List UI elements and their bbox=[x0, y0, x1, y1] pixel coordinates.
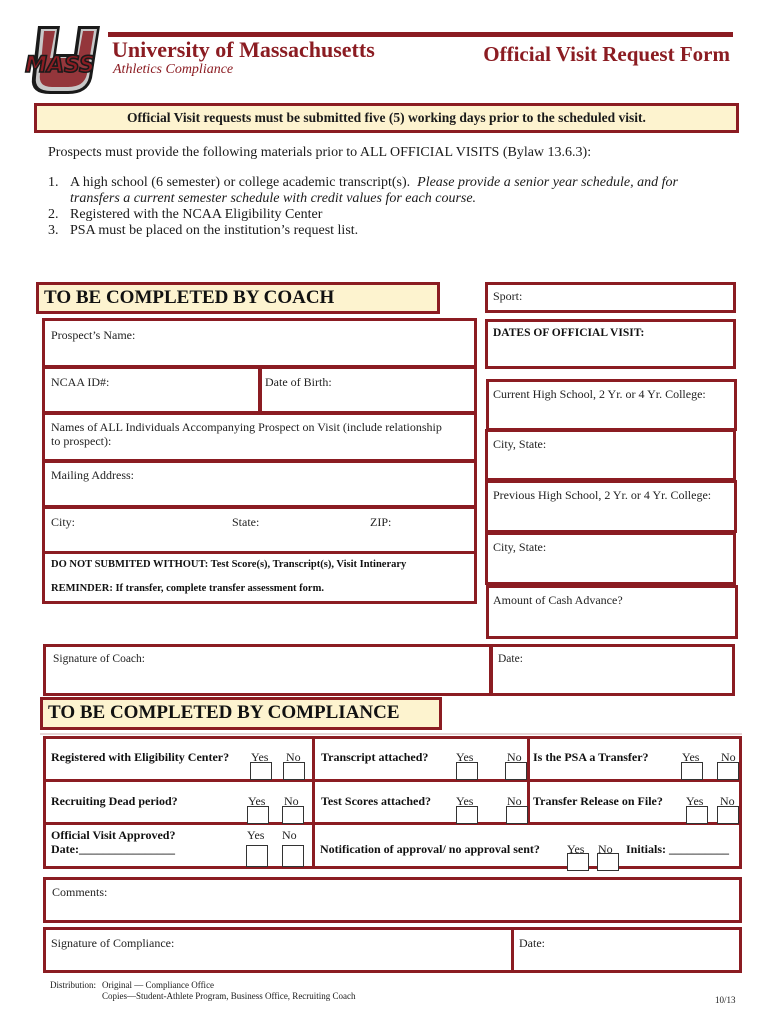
previous-school-label: Previous High School, 2 Yr. or 4 Yr. Col… bbox=[493, 488, 712, 502]
umass-logo: MASS bbox=[12, 24, 108, 96]
row-divider bbox=[43, 822, 742, 825]
registered-no-checkbox[interactable] bbox=[283, 762, 305, 780]
requirement-item: 3. PSA must be placed on the institution’… bbox=[48, 223, 358, 239]
dead-period-no-checkbox[interactable] bbox=[282, 806, 304, 824]
no-label: No bbox=[282, 828, 297, 842]
item-note: Please provide a senior year schedule, a… bbox=[417, 175, 678, 190]
sport-field[interactable]: Sport: bbox=[485, 282, 736, 313]
dates-of-visit-field[interactable]: DATES OF OFFICIAL VISIT: bbox=[485, 319, 736, 369]
coach-date-label: Date: bbox=[498, 653, 523, 665]
row-divider bbox=[43, 779, 742, 782]
submission-reminder-box: DO NOT SUBMITED WITHOUT: Test Score(s), … bbox=[42, 552, 477, 604]
test-scores-question: Test Scores attached? bbox=[321, 794, 431, 808]
prospect-name-label: Prospect’s Name: bbox=[51, 328, 136, 342]
do-not-submit-text: DO NOT SUBMITED WITHOUT: Test Score(s), … bbox=[51, 559, 407, 570]
current-city-state-label: City, State: bbox=[493, 437, 547, 451]
psa-transfer-yes-checkbox[interactable] bbox=[681, 762, 703, 780]
state-label: State: bbox=[232, 515, 260, 529]
cash-advance-label: Amount of Cash Advance? bbox=[493, 593, 623, 607]
transfer-release-question: Transfer Release on File? bbox=[533, 794, 663, 808]
form-title: Official Visit Request Form bbox=[483, 42, 730, 66]
compliance-signature-label: Signature of Compliance: bbox=[51, 936, 175, 950]
yes-label: Yes bbox=[247, 828, 265, 842]
form-version: 10/13 bbox=[715, 995, 736, 1005]
coach-signature-field[interactable]: Signature of Coach: bbox=[43, 644, 492, 696]
compliance-signature-field[interactable]: Signature of Compliance: bbox=[43, 927, 514, 973]
item-number: 1. bbox=[48, 175, 59, 190]
city-state-zip-field[interactable]: City: State: ZIP: bbox=[42, 506, 477, 554]
notification-question: Notification of approval/ no approval se… bbox=[320, 842, 540, 856]
dead-period-yes-checkbox[interactable] bbox=[247, 806, 269, 824]
previous-city-state-label: City, State: bbox=[493, 540, 547, 554]
coach-signature-label: Signature of Coach: bbox=[53, 653, 145, 665]
visit-approved-no-checkbox[interactable] bbox=[282, 845, 304, 867]
compliance-section-heading: TO BE COMPLETED BY COMPLIANCE bbox=[40, 697, 442, 730]
submission-notice: Official Visit requests must be submitte… bbox=[34, 103, 739, 133]
transcript-yes-checkbox[interactable] bbox=[456, 762, 478, 780]
test-scores-no-checkbox[interactable] bbox=[506, 806, 528, 824]
current-city-state-field[interactable]: City, State: bbox=[485, 429, 736, 481]
item-number: 3. bbox=[48, 223, 59, 238]
accompanying-label: Names of ALL Individuals Accompanying Pr… bbox=[51, 420, 442, 434]
ncaa-id-label: NCAA ID#: bbox=[51, 375, 110, 389]
dates-of-visit-label: DATES OF OFFICIAL VISIT: bbox=[493, 327, 645, 339]
notification-yes-checkbox[interactable] bbox=[567, 853, 589, 871]
cash-advance-field[interactable]: Amount of Cash Advance? bbox=[486, 585, 738, 639]
notification-no-checkbox[interactable] bbox=[597, 853, 619, 871]
svg-text:MASS: MASS bbox=[25, 53, 95, 78]
accompanying-individuals-field[interactable]: Names of ALL Individuals Accompanying Pr… bbox=[42, 412, 477, 462]
transfer-release-no-checkbox[interactable] bbox=[717, 806, 739, 824]
distribution-original: Original — Compliance Office bbox=[102, 980, 215, 990]
initials-field[interactable]: Initials: __________ bbox=[626, 842, 729, 857]
transcript-no-checkbox[interactable] bbox=[505, 762, 527, 780]
department-name: Athletics Compliance bbox=[113, 62, 234, 77]
previous-city-state-field[interactable]: City, State: bbox=[485, 532, 736, 585]
requirements-intro: Prospects must provide the following mat… bbox=[48, 145, 592, 160]
coach-section-heading: TO BE COMPLETED BY COACH bbox=[36, 282, 440, 314]
compliance-date-label: Date: bbox=[519, 936, 545, 950]
visit-approved-question: Official Visit Approved? bbox=[51, 828, 176, 842]
registered-yes-checkbox[interactable] bbox=[250, 762, 272, 780]
visit-approved-yes-checkbox[interactable] bbox=[246, 845, 268, 867]
item-text: PSA must be placed on the institution’s … bbox=[70, 223, 359, 238]
city-label: City: bbox=[51, 515, 76, 529]
psa-transfer-question: Is the PSA a Transfer? bbox=[533, 750, 649, 764]
umass-logo-icon: MASS bbox=[24, 26, 100, 94]
ncaa-id-field[interactable]: NCAA ID#: bbox=[42, 366, 261, 414]
col-divider bbox=[312, 736, 315, 869]
item-text: A high school (6 semester) or college ac… bbox=[70, 175, 411, 190]
date-of-birth-field[interactable]: Date of Birth: bbox=[259, 366, 477, 414]
psa-transfer-no-checkbox[interactable] bbox=[717, 762, 739, 780]
requirement-item: 1. A high school (6 semester) or college … bbox=[48, 175, 678, 191]
test-scores-yes-checkbox[interactable] bbox=[456, 806, 478, 824]
requirement-item-note-cont: transfers a current semester schedule wi… bbox=[70, 191, 477, 206]
item-number: 2. bbox=[48, 207, 59, 222]
current-school-label: Current High School, 2 Yr. or 4 Yr. Coll… bbox=[493, 387, 706, 401]
transfer-release-yes-checkbox[interactable] bbox=[686, 806, 708, 824]
approved-date-field[interactable]: Date:________________ bbox=[51, 842, 175, 857]
mailing-address-label: Mailing Address: bbox=[51, 468, 134, 482]
requirement-item: 2. Registered with the NCAA Eligibility C… bbox=[48, 207, 322, 223]
mailing-address-field[interactable]: Mailing Address: bbox=[42, 460, 477, 508]
comments-field[interactable]: Comments: bbox=[43, 877, 742, 923]
date-of-birth-label: Date of Birth: bbox=[265, 375, 332, 389]
distribution-label: Distribution: bbox=[50, 980, 97, 990]
accompanying-label-cont: to prospect): bbox=[51, 434, 112, 448]
registered-question: Registered with Eligibility Center? bbox=[51, 750, 230, 764]
coach-date-field[interactable]: Date: bbox=[490, 644, 735, 696]
zip-label: ZIP: bbox=[370, 515, 392, 529]
current-school-field[interactable]: Current High School, 2 Yr. or 4 Yr. Coll… bbox=[486, 379, 737, 431]
divider bbox=[40, 733, 742, 735]
transfer-reminder-text: REMINDER: If transfer, complete transfer… bbox=[51, 583, 324, 594]
transcript-question: Transcript attached? bbox=[321, 750, 429, 764]
comments-label: Comments: bbox=[52, 885, 108, 899]
university-name: University of Massachusetts bbox=[112, 37, 375, 62]
previous-school-field[interactable]: Previous High School, 2 Yr. or 4 Yr. Col… bbox=[485, 480, 737, 533]
compliance-date-field[interactable]: Date: bbox=[511, 927, 742, 973]
sport-label: Sport: bbox=[493, 289, 523, 303]
distribution-copies: Copies—Student-Athlete Program, Business… bbox=[102, 991, 356, 1001]
prospect-name-field[interactable]: Prospect’s Name: bbox=[42, 318, 477, 368]
item-text: Registered with the NCAA Eligibility Cen… bbox=[70, 207, 323, 222]
dead-period-question: Recruiting Dead period? bbox=[51, 794, 178, 808]
